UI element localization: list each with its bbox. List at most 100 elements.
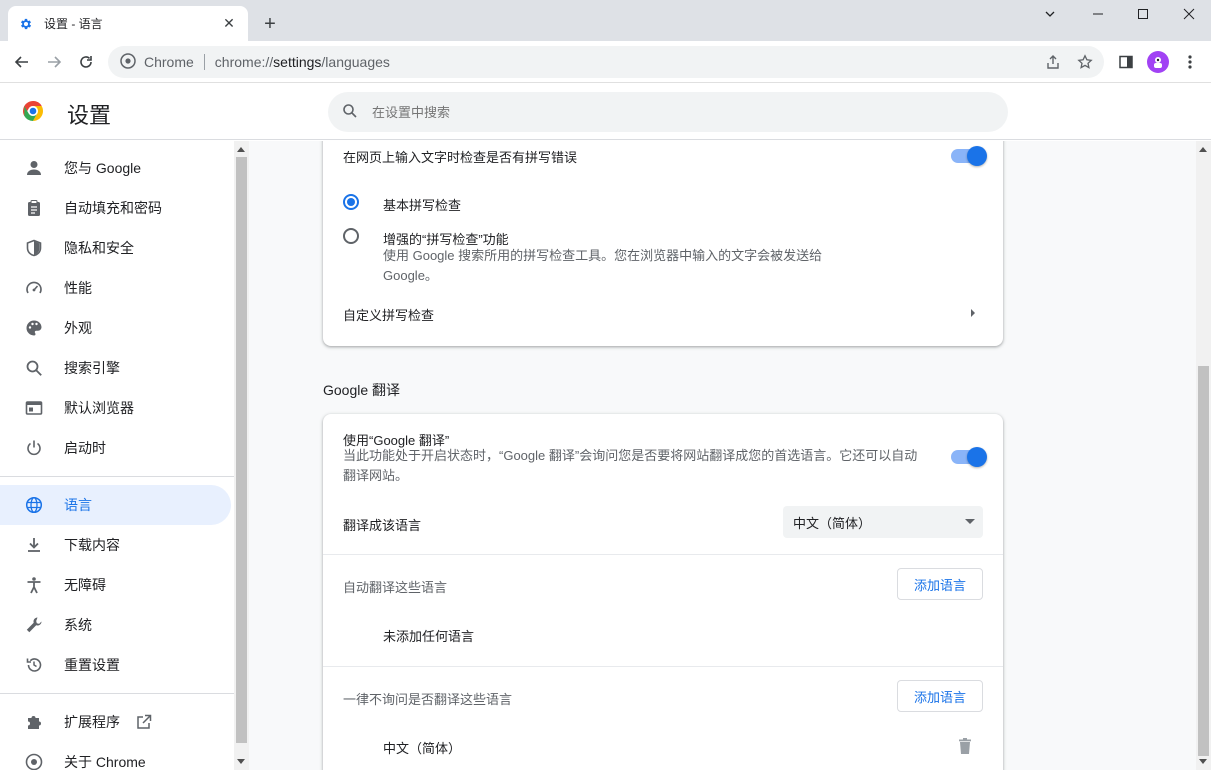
sidebar-item-on-startup[interactable]: 启动时 — [0, 428, 231, 468]
sidebar-item-label: 语言 — [64, 497, 92, 513]
sidebar-item-performance[interactable]: 性能 — [0, 268, 231, 308]
sidebar-item-about-chrome[interactable]: 关于 Chrome — [0, 742, 231, 770]
new-tab-button[interactable]: + — [258, 12, 282, 36]
browser-toolbar: Chrome chrome://settings/languages — [0, 41, 1211, 83]
sidebar-item-downloads[interactable]: 下载内容 — [0, 525, 231, 565]
search-icon — [24, 358, 44, 378]
spellcheck-toggle[interactable] — [951, 146, 987, 166]
sidebar-item-appearance[interactable]: 外观 — [0, 308, 231, 348]
tab-title: 设置 - 语言 — [44, 17, 103, 31]
add-never-translate-language-button[interactable]: 添加语言 — [897, 680, 983, 712]
scrollbar-thumb[interactable] — [236, 157, 247, 743]
translate-toggle[interactable] — [951, 447, 987, 467]
palette-icon — [24, 318, 44, 338]
add-auto-translate-language-button[interactable]: 添加语言 — [897, 568, 983, 600]
globe-icon — [24, 495, 44, 515]
basic-spellcheck-label: 基本拼写检查 — [383, 198, 462, 213]
tab-strip: 设置 - 语言 ✕ + — [0, 0, 1211, 41]
url-text: chrome://settings/languages — [215, 54, 390, 70]
close-tab-icon[interactable]: ✕ — [220, 15, 238, 33]
avatar[interactable] — [1147, 51, 1169, 73]
maximize-icon[interactable] — [1121, 0, 1165, 28]
window-close-icon[interactable] — [1167, 0, 1211, 28]
auto-translate-empty: 未添加任何语言 — [383, 629, 475, 644]
sidebar-scrollbar[interactable] — [234, 141, 249, 770]
spellcheck-toggle-label: 在网页上输入文字时检查是否有拼写错误 — [343, 150, 578, 165]
power-icon — [24, 438, 44, 458]
scroll-up-arrow-icon[interactable] — [237, 147, 245, 152]
puzzle-icon — [24, 712, 44, 732]
sidebar-item-you-and-google[interactable]: 您与 Google — [0, 148, 231, 188]
reset-icon — [24, 655, 44, 675]
enhanced-spellcheck-radio[interactable] — [343, 228, 359, 244]
translate-section-title: Google 翻译 — [323, 382, 401, 398]
scrollbar-thumb[interactable] — [1198, 366, 1209, 756]
chevron-down-icon — [965, 519, 975, 524]
settings-search[interactable] — [328, 92, 1008, 132]
sidebar-item-languages[interactable]: 语言 — [0, 485, 231, 525]
forward-icon[interactable] — [40, 48, 68, 76]
basic-spellcheck-radio[interactable] — [343, 194, 359, 210]
main-scrollbar[interactable] — [1196, 141, 1211, 770]
sidebar-item-reset[interactable]: 重置设置 — [0, 645, 231, 685]
divider — [323, 554, 1003, 555]
search-input[interactable] — [372, 104, 972, 120]
enhanced-spellcheck-description-line-2: Google。 — [383, 268, 438, 283]
scroll-up-arrow-icon[interactable] — [1199, 147, 1207, 152]
sidebar-item-label: 无障碍 — [64, 577, 106, 593]
sidebar-item-label: 外观 — [64, 320, 92, 336]
sidebar-item-search-engine[interactable]: 搜索引擎 — [0, 348, 231, 388]
share-icon[interactable] — [1043, 52, 1063, 72]
sidebar-divider — [0, 693, 234, 694]
omnibox-separator — [203, 54, 205, 70]
sidebar-item-label: 下载内容 — [64, 537, 120, 553]
target-language-select[interactable]: 中文（简体） — [783, 506, 983, 538]
back-icon[interactable] — [8, 48, 36, 76]
chrome-icon — [24, 752, 44, 770]
sidebar-item-label: 性能 — [64, 280, 92, 296]
never-translate-label: 一律不询问是否翻译这些语言 — [343, 692, 513, 707]
more-menu-icon[interactable] — [1176, 48, 1204, 76]
target-language-label: 翻译成该语言 — [343, 518, 422, 533]
never-translate-item: 中文（简体） — [383, 741, 462, 756]
tab-search-icon[interactable] — [1028, 0, 1072, 28]
tab-settings[interactable]: 设置 - 语言 ✕ — [8, 6, 248, 41]
sidebar-item-label: 扩展程序 — [64, 714, 120, 730]
address-bar[interactable]: Chrome chrome://settings/languages — [108, 46, 1104, 78]
sidebar-item-label: 启动时 — [64, 440, 106, 456]
download-icon — [24, 535, 44, 555]
sidebar-item-accessibility[interactable]: 无障碍 — [0, 565, 231, 605]
sidebar-item-label: 默认浏览器 — [64, 400, 134, 416]
scroll-down-arrow-icon[interactable] — [237, 759, 245, 764]
sidebar-item-privacy[interactable]: 隐私和安全 — [0, 228, 231, 268]
reload-icon[interactable] — [72, 48, 100, 76]
chevron-right-icon — [971, 309, 975, 317]
sidebar-item-extensions[interactable]: 扩展程序 — [0, 702, 231, 742]
sidebar-item-label: 自动填充和密码 — [64, 200, 162, 216]
customize-spellcheck-label: 自定义拼写检查 — [343, 308, 435, 323]
side-panel-icon[interactable] — [1112, 48, 1140, 76]
external-link-icon — [136, 714, 152, 730]
sidebar-item-label: 系统 — [64, 617, 92, 633]
use-translate-description-line-2: 翻译网站。 — [343, 468, 409, 483]
chrome-logo-icon — [22, 100, 44, 122]
sidebar-item-default-browser[interactable]: 默认浏览器 — [0, 388, 231, 428]
target-language-value: 中文（简体） — [793, 515, 872, 531]
settings-header: 设置 — [0, 84, 1211, 140]
settings-sidebar: 您与 Google 自动填充和密码 隐私和安全 性能 外观 搜索引擎 默认浏览器… — [0, 141, 234, 770]
url-path: /languages — [321, 54, 390, 70]
auto-translate-label: 自动翻译这些语言 — [343, 580, 448, 595]
sidebar-item-autofill[interactable]: 自动填充和密码 — [0, 188, 231, 228]
star-icon[interactable] — [1075, 52, 1095, 72]
gauge-icon — [24, 278, 44, 298]
trash-icon[interactable] — [957, 737, 973, 758]
sidebar-item-system[interactable]: 系统 — [0, 605, 231, 645]
minimize-icon[interactable] — [1076, 0, 1120, 28]
page-title: 设置 — [67, 103, 112, 128]
scroll-down-arrow-icon[interactable] — [1199, 759, 1207, 764]
sidebar-item-label: 关于 Chrome — [64, 754, 146, 770]
use-translate-description-line-1: 当此功能处于开启状态时，“Google 翻译”会询问您是否要将网站翻译成您的首选… — [343, 448, 918, 463]
spellcheck-card: 在网页上输入文字时检查是否有拼写错误 基本拼写检查 增强的“拼写检查”功能 使用… — [323, 141, 1003, 346]
sidebar-item-label: 您与 Google — [64, 160, 142, 176]
customize-spellcheck-row[interactable]: 自定义拼写检查 — [323, 294, 1003, 334]
